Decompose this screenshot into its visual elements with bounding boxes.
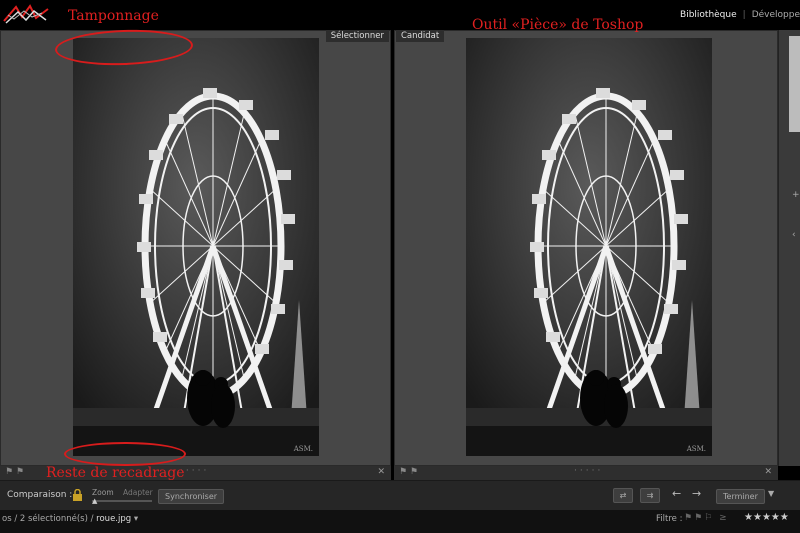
close-icon[interactable]: ✕ [377, 467, 385, 477]
annotation-crop-remainder: Reste de recadrage [46, 465, 185, 481]
ferris-wheel-photo [73, 38, 319, 456]
candidate-tag: Candidat [396, 30, 445, 42]
star-icon[interactable]: ★ [771, 512, 780, 523]
zoom-slider[interactable] [92, 500, 152, 502]
path-prefix: os / 2 sélectionné(s) / [2, 514, 94, 524]
module-separator: | [742, 10, 746, 20]
filter-label: Filtre : [656, 514, 683, 524]
logo-icon [3, 4, 49, 24]
module-picker: Bibliothèque | Développe [680, 10, 800, 20]
flag-icon[interactable]: ⚑ ⚑ [5, 467, 24, 477]
flag-icon[interactable]: ⚑ ⚑ [399, 467, 418, 477]
file-path: os / 2 sélectionné(s) / roue.jpg ▾ [2, 514, 138, 524]
file-name[interactable]: roue.jpg [96, 514, 131, 524]
zoom-option[interactable]: Zoom [92, 488, 114, 497]
module-library[interactable]: Bibliothèque [680, 10, 737, 20]
star-icon[interactable]: ★ [762, 512, 771, 523]
select-tag: Sélectionner [325, 30, 389, 42]
photo-candidate[interactable]: ASM. [466, 38, 712, 456]
star-icon[interactable]: ★ [780, 512, 789, 523]
fit-option[interactable]: Adapter [123, 488, 153, 497]
comparison-label: Comparaison : [7, 490, 73, 500]
photo-watermark: ASM. [293, 445, 313, 453]
arrow-right-icon[interactable]: → [692, 487, 701, 500]
star-icon[interactable]: ★ [744, 512, 753, 523]
lock-icon[interactable] [72, 489, 83, 501]
make-select-icon[interactable]: ⇉ [640, 488, 660, 503]
ferris-wheel-photo [466, 38, 712, 456]
right-panel-strip[interactable]: + ‹ [778, 30, 800, 466]
rating-dots[interactable]: ····· [574, 466, 603, 476]
zoom-slider-knob[interactable]: ▲ [92, 497, 97, 505]
star-icon[interactable]: ★ [753, 512, 762, 523]
candidate-pane[interactable]: Candidat ASM. [394, 30, 778, 466]
arrow-left-icon[interactable]: ← [672, 487, 681, 500]
navigator-thumbnail[interactable] [789, 36, 800, 132]
photo-watermark: ASM. [686, 445, 706, 453]
flag-bar-candidate: ⚑ ⚑ ····· ✕ [394, 466, 778, 480]
swap-icon[interactable]: ⇄ [613, 488, 633, 503]
star-rating-filter[interactable]: ★★★★★ [744, 512, 789, 523]
sync-button[interactable]: Synchroniser [158, 489, 225, 504]
chevron-down-icon[interactable]: ▾ [134, 514, 138, 524]
filter-flag-icons[interactable]: ⚑⚑⚐ ≥ [684, 513, 729, 523]
panel-expand-icon[interactable]: + [792, 190, 800, 200]
panel-collapse-icon[interactable]: ‹ [792, 230, 796, 240]
menu-chevron-icon[interactable]: ▼ [768, 489, 774, 498]
annotation-patch-tool: Outil «Pièce» de Toshop [472, 17, 644, 33]
done-button[interactable]: Terminer [716, 489, 765, 504]
module-develop[interactable]: Développe [752, 10, 800, 20]
annotation-ellipse-bottom [64, 442, 186, 466]
close-icon[interactable]: ✕ [764, 467, 772, 477]
select-pane[interactable]: Sélectionner ASM. [0, 30, 391, 466]
annotation-cloning: Tamponnage [68, 8, 159, 24]
photo-select[interactable]: ASM. [73, 38, 319, 456]
